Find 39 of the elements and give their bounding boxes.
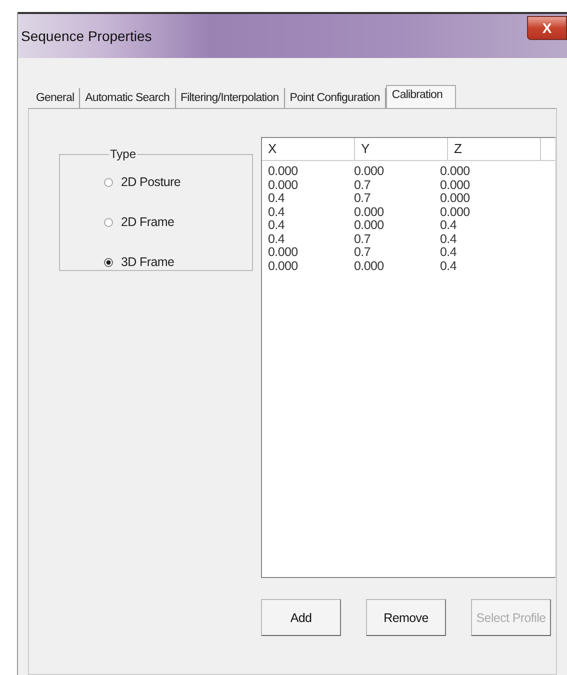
table-cell-text: 0.000 [354, 219, 385, 232]
window-title: Sequence Properties [20, 28, 152, 44]
column-header[interactable]: Y [355, 138, 448, 160]
table-cell-text: 0.000 [354, 165, 385, 178]
table-cell-text: 0.4 [440, 246, 458, 260]
group-title: Type [109, 147, 138, 161]
radio-button[interactable] [104, 258, 113, 266]
radio-label: 3D Frame [121, 255, 174, 269]
table-cell-text: 0.000 [268, 260, 299, 273]
close-button[interactable]: X [527, 16, 567, 40]
table-cell-text: 0.4 [440, 219, 458, 232]
column-header[interactable]: Z [448, 138, 541, 160]
table-cell-text: 0.7 [354, 246, 372, 260]
table-cell-text: 0.4 [268, 219, 286, 232]
table-cell-text: 0.4 [440, 232, 458, 246]
column-header[interactable]: X [262, 138, 355, 160]
table-cell-text: 0.000 [440, 206, 471, 219]
tab[interactable]: Calibration [386, 85, 456, 109]
table-cell-text: 0.4 [268, 232, 286, 246]
radio-button[interactable] [104, 218, 113, 226]
table-cell-text: 0.4 [268, 192, 286, 206]
table-cell-text: 0.000 [354, 206, 385, 219]
table-cell-text: 0.000 [354, 260, 385, 273]
action-button[interactable]: Remove [366, 599, 446, 636]
table-cell-text: 0.000 [440, 178, 471, 192]
table-cell-text: 0.7 [354, 178, 372, 192]
radio-button[interactable] [104, 178, 113, 186]
table-cell-text: 0.000 [268, 165, 299, 178]
table-cell-text: 0.000 [440, 165, 471, 178]
table-cell-text: 0.7 [354, 192, 372, 206]
table-cell-text: 0.000 [440, 192, 471, 206]
radio-label: 2D Posture [121, 175, 181, 189]
table-cell-text: 0.7 [354, 232, 372, 246]
table-cell-text: 0.4 [268, 206, 286, 219]
table-cell-text: 0.000 [268, 178, 299, 192]
action-button[interactable]: Add [261, 599, 341, 636]
table-cell-text: 0.000 [268, 246, 299, 260]
table-cell-text: 0.4 [440, 260, 458, 273]
radio-label: 2D Frame [121, 215, 174, 229]
